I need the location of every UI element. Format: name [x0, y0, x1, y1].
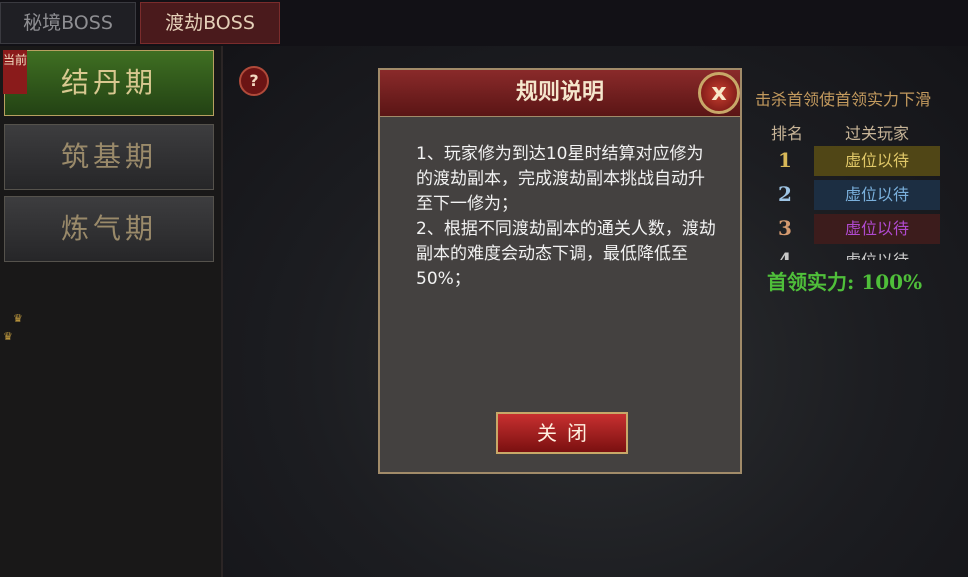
close-button[interactable]: 关闭	[496, 412, 628, 454]
boss-power-readout: 首领实力: 100%	[767, 270, 923, 294]
help-icon[interactable]: ?	[239, 66, 269, 96]
realm-item-zhuji[interactable]: 筑基期	[4, 124, 214, 190]
rule-item: 1、玩家修为到达10星时结算对应修为的渡劫副本，完成渡劫副本挑战自动升至下一修为…	[416, 144, 705, 214]
rank-medal-icon: 4	[778, 248, 792, 260]
rank-row: 3 虚位以待	[752, 214, 940, 244]
realm-item-lianqi[interactable]: 炼气期	[4, 196, 214, 262]
rank-player-name: 虚位以待	[814, 180, 940, 210]
rules-dialog: 规则说明 x 1、玩家修为到达10星时结算对应修为的渡劫副本，完成渡劫副本挑战自…	[378, 68, 742, 474]
rank-player-name: 虚位以待	[814, 214, 940, 244]
close-icon[interactable]: x	[698, 72, 740, 114]
ranking-panel: 击杀首领使首领实力下滑 排名 过关玩家 1 虚位以待 2 虚位以待 3 虚位以待…	[747, 66, 957, 266]
rank-medal-icon: 3	[778, 216, 792, 240]
crown-icon: ♛	[3, 330, 13, 343]
player-column-header: 过关玩家	[845, 124, 910, 143]
rank-column-header: 排名	[771, 124, 804, 143]
dialog-header: 规则说明	[380, 70, 740, 117]
rank-medal-icon: 2	[778, 182, 792, 206]
rank-player-name: 虚位以待	[814, 146, 940, 176]
realm-list-panel: 结丹期 筑基期 炼气期 ♛ ♛	[0, 46, 223, 577]
tab-secret-realm-boss[interactable]: 秘境BOSS	[0, 2, 136, 44]
tab-tribulation-boss[interactable]: 渡劫BOSS	[140, 2, 280, 44]
rank-player-name: 虚位以待	[814, 246, 938, 260]
rank-medal-icon: 1	[778, 148, 792, 172]
rule-item: 2、根据不同渡劫副本的通关人数，渡劫副本的难度会动态下调，最低降低至50%；	[416, 219, 716, 289]
top-tab-bar: 秘境BOSS 渡劫BOSS	[0, 0, 968, 47]
realm-item-jiedan[interactable]: 结丹期	[4, 50, 214, 116]
rank-row: 2 虚位以待	[752, 180, 940, 210]
current-badge: 当前	[3, 50, 27, 94]
dialog-title: 规则说明	[515, 80, 604, 105]
rank-row: 1 虚位以待	[752, 146, 940, 176]
crown-icon: ♛	[13, 312, 23, 325]
rules-text: 1、玩家修为到达10星时结算对应修为的渡劫副本，完成渡劫副本挑战自动升至下一修为…	[416, 142, 718, 292]
ranking-title: 击杀首领使首领实力下滑	[755, 90, 932, 109]
rank-row: 4 虚位以待	[752, 246, 938, 260]
